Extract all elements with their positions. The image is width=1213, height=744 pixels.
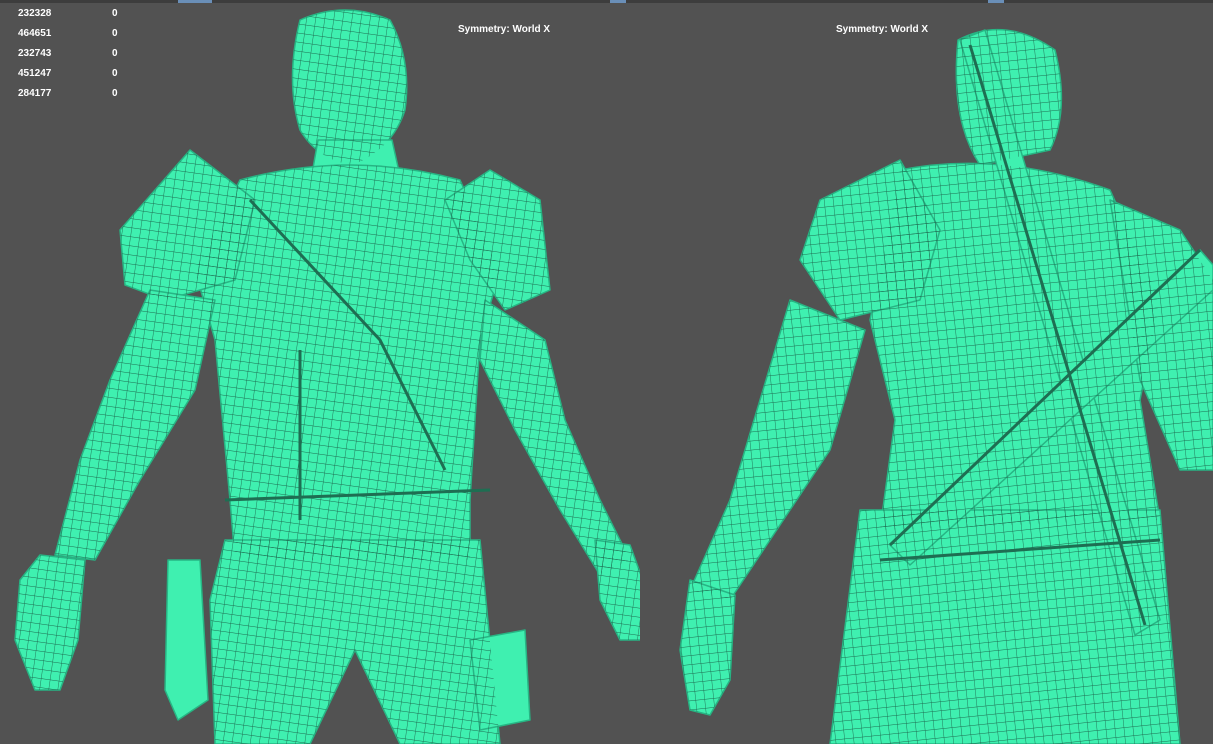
character-mesh-front[interactable] — [0, 0, 640, 744]
hud-value: 0 — [112, 48, 118, 59]
hud-id: 232328 — [18, 8, 52, 19]
symmetry-label-back: Symmetry: World X — [836, 24, 929, 35]
mesh-wire-overlay-back — [680, 29, 1213, 744]
hud-value: 0 — [112, 88, 118, 99]
hud-row: 464651 0 — [18, 24, 132, 44]
hud-id: 451247 — [18, 68, 52, 79]
hud-value: 0 — [112, 28, 118, 39]
symmetry-label-front: Symmetry: World X — [458, 24, 551, 35]
poly-count-hud: 232328 0 464651 0 232743 0 451247 0 2841… — [18, 4, 132, 104]
hud-row: 232328 0 — [18, 4, 132, 24]
viewport-back[interactable] — [640, 0, 1213, 744]
hud-value: 0 — [112, 68, 118, 79]
hud-id: 464651 — [18, 28, 52, 39]
hud-id: 284177 — [18, 88, 52, 99]
hud-row: 232743 0 — [18, 44, 132, 64]
hud-row: 451247 0 — [18, 64, 132, 84]
hud-id: 232743 — [18, 48, 52, 59]
hud-value: 0 — [112, 8, 118, 19]
mesh-holster — [164, 559, 209, 721]
character-mesh-back[interactable] — [640, 0, 1213, 744]
modeling-workspace: 232328 0 464651 0 232743 0 451247 0 2841… — [0, 0, 1213, 744]
mesh-wire-overlay — [15, 10, 640, 744]
viewport-front[interactable] — [0, 0, 640, 744]
hud-row: 284177 0 — [18, 84, 132, 104]
